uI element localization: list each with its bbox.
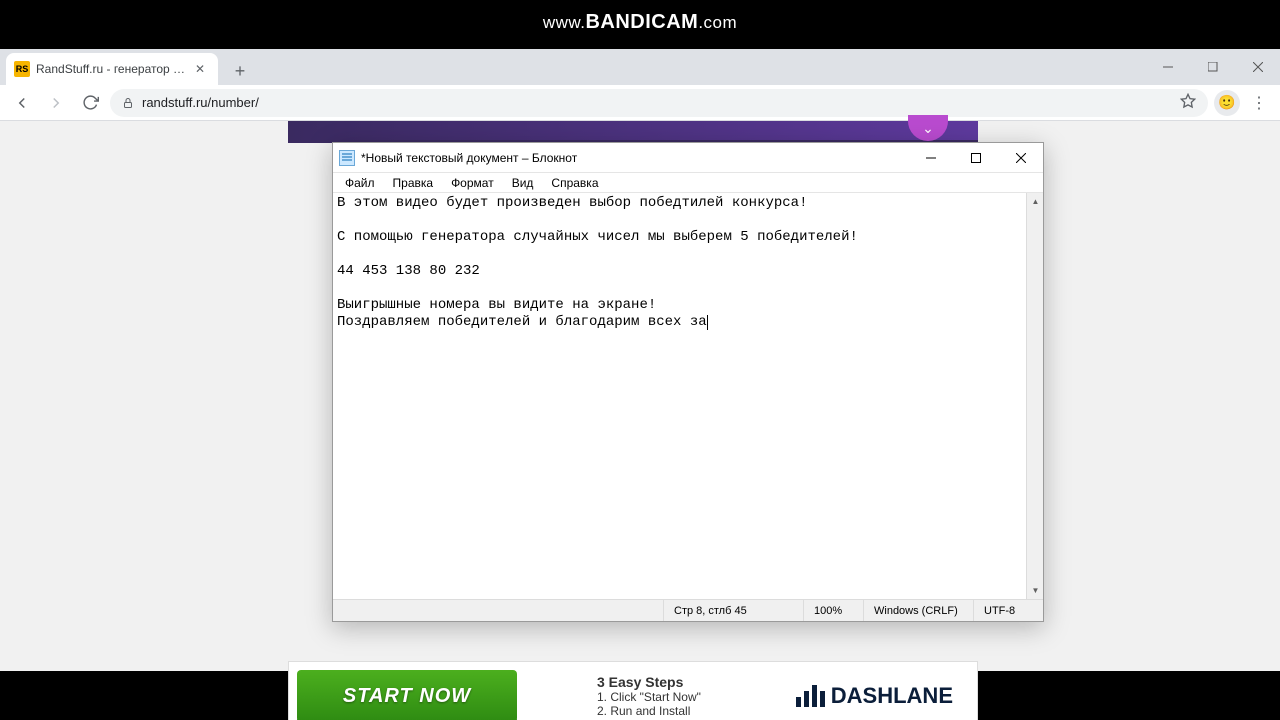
- dashlane-logo: DASHLANE: [796, 683, 953, 709]
- chevron-down-icon[interactable]: ⌄: [908, 115, 948, 141]
- menu-file[interactable]: Файл: [337, 175, 383, 191]
- notepad-title: *Новый текстовый документ – Блокнот: [361, 151, 577, 165]
- menu-edit[interactable]: Правка: [385, 175, 442, 191]
- chrome-maximize-button[interactable]: [1190, 49, 1235, 85]
- browser-tab[interactable]: RS RandStuff.ru - генератор случай ✕: [6, 53, 218, 85]
- notepad-maximize-button[interactable]: [953, 143, 998, 173]
- bandicam-watermark: www.BANDICAM.com: [543, 11, 737, 34]
- notepad-menubar: Файл Правка Формат Вид Справка: [333, 173, 1043, 193]
- notepad-titlebar[interactable]: *Новый текстовый документ – Блокнот: [333, 143, 1043, 173]
- status-cursor-pos: Стр 8, стлб 45: [663, 600, 803, 621]
- url-text: randstuff.ru/number/: [142, 95, 259, 110]
- tab-title: RandStuff.ru - генератор случай: [36, 62, 186, 76]
- notepad-textarea[interactable]: В этом видео будет произведен выбор побе…: [333, 193, 1026, 599]
- menu-help[interactable]: Справка: [543, 175, 606, 191]
- address-bar[interactable]: randstuff.ru/number/: [110, 89, 1208, 117]
- scroll-down-icon[interactable]: ▼: [1027, 582, 1043, 599]
- scrollbar-vertical[interactable]: ▲ ▼: [1026, 193, 1043, 599]
- advertisement: START NOW 3 Easy Steps 1. Click "Start N…: [288, 661, 978, 720]
- notepad-close-button[interactable]: [998, 143, 1043, 173]
- close-tab-icon[interactable]: ✕: [192, 61, 208, 77]
- notepad-icon: [339, 150, 355, 166]
- status-eol: Windows (CRLF): [863, 600, 973, 621]
- start-now-button[interactable]: START NOW: [297, 670, 517, 720]
- notepad-statusbar: Стр 8, стлб 45 100% Windows (CRLF) UTF-8: [333, 599, 1043, 621]
- text-caret: [707, 315, 708, 330]
- menu-view[interactable]: Вид: [504, 175, 542, 191]
- dashlane-text: DASHLANE: [831, 683, 953, 709]
- status-zoom: 100%: [803, 600, 863, 621]
- notepad-minimize-button[interactable]: [908, 143, 953, 173]
- lock-icon: [122, 97, 134, 109]
- back-button[interactable]: [8, 89, 36, 117]
- reload-button[interactable]: [76, 89, 104, 117]
- forward-button[interactable]: [42, 89, 70, 117]
- ad-step-2: 2. Run and Install: [597, 704, 701, 718]
- notepad-window: *Новый текстовый документ – Блокнот Файл…: [332, 142, 1044, 622]
- chrome-close-button[interactable]: [1235, 49, 1280, 85]
- menu-format[interactable]: Формат: [443, 175, 502, 191]
- ad-heading: 3 Easy Steps: [597, 674, 701, 690]
- status-encoding: UTF-8: [973, 600, 1043, 621]
- chrome-toolbar: randstuff.ru/number/ 🙂 ⋮: [0, 85, 1280, 121]
- new-tab-button[interactable]: +: [226, 57, 254, 85]
- ad-steps: 3 Easy Steps 1. Click "Start Now" 2. Run…: [597, 674, 701, 718]
- bookmark-star-icon[interactable]: [1180, 93, 1196, 112]
- scroll-up-icon[interactable]: ▲: [1027, 193, 1043, 210]
- ad-step-1: 1. Click "Start Now": [597, 690, 701, 704]
- chrome-minimize-button[interactable]: [1145, 49, 1190, 85]
- favicon: RS: [14, 61, 30, 77]
- chrome-tabstrip: RS RandStuff.ru - генератор случай ✕ +: [0, 49, 1280, 85]
- chrome-menu-button[interactable]: ⋮: [1246, 90, 1272, 116]
- profile-avatar[interactable]: 🙂: [1214, 90, 1240, 116]
- site-banner: ⌄: [288, 121, 978, 143]
